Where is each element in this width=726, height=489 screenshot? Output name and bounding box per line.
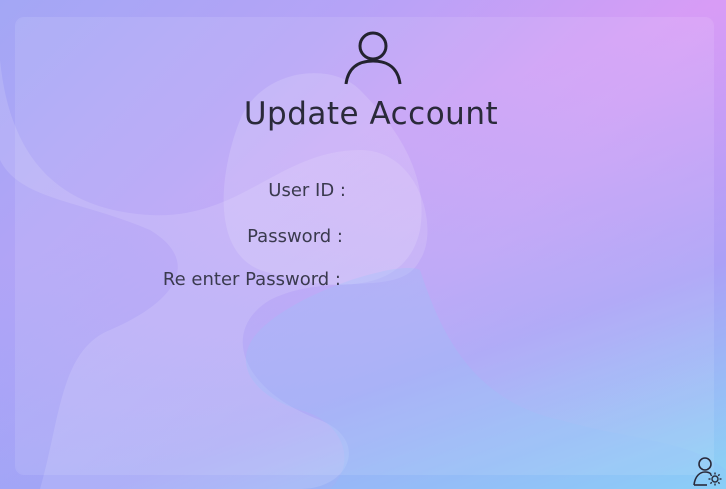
reenter-password-input[interactable] [352,267,656,295]
update-account-window: Update Account User ID : Password : Re e… [0,0,726,489]
user-settings-icon[interactable] [692,455,724,487]
user-id-input[interactable] [352,178,656,206]
user-id-label: User ID : [268,180,346,201]
password-input[interactable] [352,224,656,252]
page-title: Update Account [243,96,499,132]
reenter-password-label: Re enter Password : [162,269,341,290]
user-icon [344,31,402,85]
password-label: Password : [247,226,343,247]
